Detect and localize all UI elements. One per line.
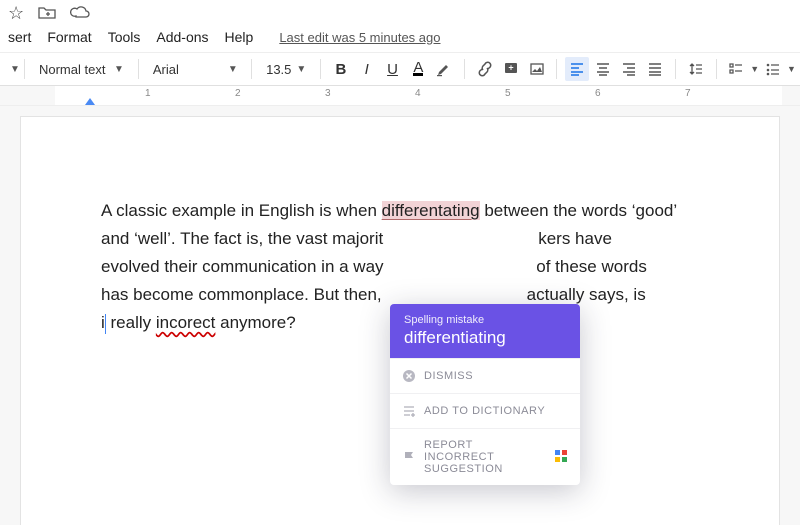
ruler-num: 7 [685, 88, 691, 99]
popup-add-to-dict[interactable]: ADD TO DICTIONARY [390, 393, 580, 428]
popup-label: Spelling mistake [404, 314, 568, 326]
svg-text:+: + [508, 63, 513, 73]
chevron-down-icon: ▼ [228, 64, 238, 75]
chevron-down-icon: ▼ [296, 64, 306, 75]
linespacing-button[interactable] [684, 57, 708, 81]
menu-help[interactable]: Help [225, 29, 254, 45]
align-justify-button[interactable] [643, 57, 667, 81]
comment-button[interactable]: + [499, 57, 523, 81]
fontsize-label: 13.5 [266, 62, 291, 77]
checklist-button[interactable] [724, 57, 748, 81]
bold-button[interactable]: B [329, 57, 353, 81]
close-icon [402, 369, 416, 383]
misspelled-word-1[interactable]: differentating [382, 201, 480, 220]
italic-button[interactable]: I [355, 57, 379, 81]
menu-insert[interactable]: sert [8, 29, 31, 45]
chevron-down-icon: ▼ [114, 64, 124, 75]
fontsize-dropdown[interactable]: 13.5 ▼ [260, 57, 312, 81]
flag-icon [402, 450, 416, 464]
menubar: sert Format Tools Add-ons Help Last edit… [0, 26, 800, 52]
ruler-num: 4 [415, 88, 421, 99]
image-button[interactable] [525, 57, 549, 81]
align-center-button[interactable] [591, 57, 615, 81]
ruler-num: 6 [595, 88, 601, 99]
ruler-num: 3 [325, 88, 331, 99]
menu-addons[interactable]: Add-ons [156, 29, 208, 45]
ruler-num: 2 [235, 88, 241, 99]
align-right-button[interactable] [617, 57, 641, 81]
textcolor-button[interactable]: A [406, 57, 430, 81]
popup-dismiss[interactable]: DISMISS [390, 358, 580, 393]
menu-tools[interactable]: Tools [108, 29, 141, 45]
highlight-button[interactable] [432, 57, 456, 81]
toolbar: ▼ Normal text ▼ Arial ▼ 13.5 ▼ B I U A + [0, 52, 800, 86]
popup-suggestion[interactable]: Spelling mistake differentiating [390, 304, 580, 358]
ruler[interactable]: 1 2 3 4 5 6 7 [0, 86, 800, 106]
popup-word: differentiating [404, 328, 568, 348]
align-left-button[interactable] [565, 57, 589, 81]
last-edit-link[interactable]: Last edit was 5 minutes ago [279, 30, 440, 45]
menu-format[interactable]: Format [47, 29, 91, 45]
more-left-dd[interactable]: ▼ [4, 57, 16, 81]
add-list-icon [402, 404, 416, 418]
font-dropdown[interactable]: Arial ▼ [147, 57, 243, 81]
misspelled-word-2[interactable]: incorect [156, 313, 216, 332]
bulletlist-button[interactable] [761, 57, 785, 81]
link-button[interactable] [473, 57, 497, 81]
color-square-icon [554, 449, 568, 466]
underline-button[interactable]: U [381, 57, 405, 81]
popup-report[interactable]: REPORT INCORRECT SUGGESTION [390, 428, 580, 485]
ruler-num: 5 [505, 88, 511, 99]
ruler-num: 1 [145, 88, 151, 99]
spellcheck-popup: Spelling mistake differentiating DISMISS… [390, 304, 580, 485]
style-label: Normal text [39, 62, 109, 77]
font-label: Arial [153, 62, 223, 77]
star-icon[interactable]: ☆ [8, 3, 24, 24]
style-dropdown[interactable]: Normal text ▼ [33, 57, 130, 81]
move-folder-icon[interactable] [38, 3, 56, 24]
cloud-saved-icon[interactable] [70, 3, 90, 24]
